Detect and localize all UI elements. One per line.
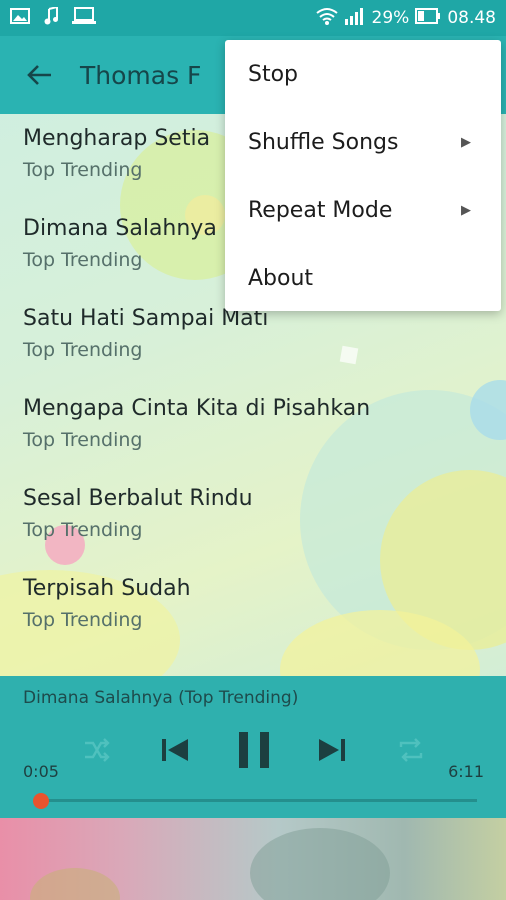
gallery-icon: [10, 8, 30, 28]
overflow-menu: Stop Shuffle Songs ▶ Repeat Mode ▶ About: [225, 40, 501, 311]
signal-icon: [344, 7, 366, 30]
shuffle-button[interactable]: [80, 728, 114, 772]
now-playing-label: Dimana Salahnya (Top Trending): [23, 688, 299, 708]
menu-item-about[interactable]: About: [225, 244, 501, 312]
repeat-icon: [399, 738, 423, 762]
battery-icon: [415, 7, 441, 29]
seek-knob[interactable]: [33, 793, 50, 809]
song-title: Mengapa Cinta Kita di Pisahkan: [23, 396, 371, 421]
seek-bar[interactable]: [37, 799, 477, 802]
pause-button[interactable]: [232, 728, 276, 772]
elapsed-time: 0:05: [23, 762, 59, 781]
menu-item-label: About: [248, 265, 314, 291]
menu-item-label: Shuffle Songs: [248, 129, 399, 155]
status-bar: 29% 08.48: [0, 0, 506, 36]
back-button[interactable]: [0, 36, 80, 114]
next-button[interactable]: [314, 728, 350, 772]
skip-next-icon: [319, 739, 345, 761]
album-art-strip: [0, 818, 506, 900]
menu-item-label: Repeat Mode: [248, 197, 393, 223]
page-title: Thomas F: [80, 60, 202, 90]
back-arrow-icon: [27, 65, 51, 85]
menu-item-shuffle-songs[interactable]: Shuffle Songs ▶: [225, 108, 501, 176]
duration-time: 6:11: [448, 762, 484, 781]
music-note-icon: [44, 5, 58, 29]
pause-icon: [239, 732, 269, 768]
shuffle-icon: [85, 738, 110, 762]
song-item[interactable]: Terpisah Sudah Top Trending: [0, 564, 506, 654]
song-title: Terpisah Sudah: [23, 576, 191, 601]
skip-previous-icon: [162, 739, 188, 761]
menu-item-stop[interactable]: Stop: [225, 40, 501, 108]
submenu-arrow-icon: ▶: [461, 134, 471, 150]
song-title: Sesal Berbalut Rindu: [23, 486, 253, 511]
song-subtitle: Top Trending: [23, 429, 143, 451]
song-subtitle: Top Trending: [23, 609, 143, 631]
battery-percent: 29%: [371, 8, 410, 28]
previous-button[interactable]: [157, 728, 193, 772]
wifi-icon: [315, 7, 338, 30]
song-subtitle: Top Trending: [23, 339, 143, 361]
player-panel: Dimana Salahnya (Top Trending) 0:05 6:11: [0, 676, 506, 818]
submenu-arrow-icon: ▶: [461, 202, 471, 218]
menu-item-repeat-mode[interactable]: Repeat Mode ▶: [225, 176, 501, 244]
menu-item-label: Stop: [248, 61, 299, 87]
status-time: 08.48: [447, 8, 496, 28]
repeat-button[interactable]: [394, 728, 428, 772]
laptop-icon: [72, 7, 96, 29]
song-item[interactable]: Mengapa Cinta Kita di Pisahkan Top Trend…: [0, 384, 506, 474]
song-subtitle: Top Trending: [23, 519, 143, 541]
song-item[interactable]: Sesal Berbalut Rindu Top Trending: [0, 474, 506, 564]
